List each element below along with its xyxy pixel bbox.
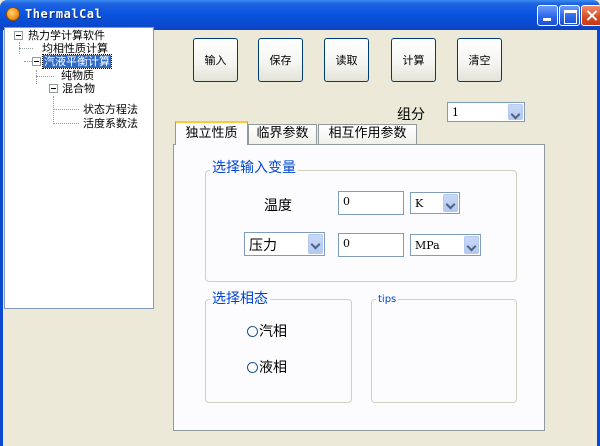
chevron-down-icon[interactable] [508, 104, 523, 120]
vapor-phase-label: 汽相 [259, 324, 287, 340]
read-button[interactable]: 读取 [324, 38, 369, 82]
component-value: 1 [452, 106, 459, 119]
tree-item-label: 纯物质 [61, 69, 94, 82]
radio-circle-icon[interactable] [247, 362, 258, 373]
pressure-variable-select[interactable]: 压力 [244, 232, 325, 256]
pressure-input[interactable]: 0 [338, 233, 404, 257]
tree-item-label: 均相性质计算 [42, 42, 108, 55]
pressure-unit-value: MPa [415, 239, 440, 252]
tab-independent-properties[interactable]: 独立性质 [175, 121, 248, 145]
temperature-unit-value: K [415, 197, 424, 210]
tree-item-pure[interactable]: 纯物质 [5, 69, 153, 82]
collapse-icon[interactable] [14, 31, 23, 40]
input-variables-title: 选择输入变量 [210, 160, 298, 176]
chevron-down-icon[interactable] [443, 194, 458, 212]
input-button[interactable]: 输入 [193, 38, 238, 82]
tree-item-mixture[interactable]: 混合物 [5, 82, 153, 95]
tree-item-vle[interactable]: 汽液平衡计算 [5, 54, 153, 69]
collapse-icon[interactable] [32, 57, 41, 66]
collapse-icon[interactable] [49, 84, 58, 93]
tips-group [371, 299, 517, 403]
chevron-down-icon[interactable] [308, 234, 323, 254]
radio-circle-icon[interactable] [247, 326, 258, 337]
tree-item-uniform[interactable]: 均相性质计算 [5, 42, 153, 55]
tree-item-activity[interactable]: 活度系数法 [5, 117, 153, 130]
minimize-button[interactable] [537, 5, 558, 26]
temperature-label: 温度 [264, 198, 292, 214]
maximize-button[interactable] [559, 5, 580, 26]
tree-item-eos[interactable]: 状态方程法 [5, 103, 153, 116]
chevron-down-icon[interactable] [464, 236, 479, 254]
input-variables-group [205, 170, 517, 282]
phase-group-title: 选择相态 [210, 291, 270, 307]
tree-item-label: 汽液平衡计算 [42, 54, 112, 69]
temperature-input[interactable]: 0 [338, 191, 404, 215]
liquid-phase-radio[interactable]: 液相 [247, 360, 287, 376]
tree-item-label: 热力学计算软件 [28, 29, 105, 42]
tree-item-label: 活度系数法 [83, 117, 138, 130]
calculate-button[interactable]: 计算 [391, 38, 436, 82]
tree-item-label: 混合物 [62, 82, 95, 95]
app-icon [6, 7, 20, 21]
temperature-unit-select[interactable]: K [410, 192, 460, 214]
phase-group [205, 299, 352, 403]
navigation-tree[interactable]: 热力学计算软件 均相性质计算 汽液平衡计算 纯物质 混合物 状态方程法 活度系数… [4, 27, 154, 309]
pressure-variable-value: 压力 [249, 238, 277, 254]
component-select[interactable]: 1 [447, 102, 525, 122]
tab-interaction-parameters[interactable]: 相互作用参数 [318, 124, 417, 144]
clear-button[interactable]: 清空 [457, 38, 502, 82]
tab-critical-parameters[interactable]: 临界参数 [248, 124, 317, 144]
pressure-unit-select[interactable]: MPa [410, 234, 481, 256]
tips-title: tips [376, 292, 399, 308]
close-button[interactable] [581, 5, 600, 26]
title-bar[interactable]: ThermalCal [0, 0, 600, 30]
component-label: 组分 [397, 107, 425, 123]
save-button[interactable]: 保存 [258, 38, 303, 82]
window-frame-left [0, 30, 3, 446]
liquid-phase-label: 液相 [259, 360, 287, 376]
tree-item-root[interactable]: 热力学计算软件 [5, 29, 153, 42]
vapor-phase-radio[interactable]: 汽相 [247, 324, 287, 340]
window-title: ThermalCal [25, 7, 103, 21]
tree-item-label: 状态方程法 [83, 103, 138, 116]
tab-panel: 选择输入变量 温度 0 K 压力 0 MPa 选择相态 汽相 液相 tips [173, 144, 545, 431]
